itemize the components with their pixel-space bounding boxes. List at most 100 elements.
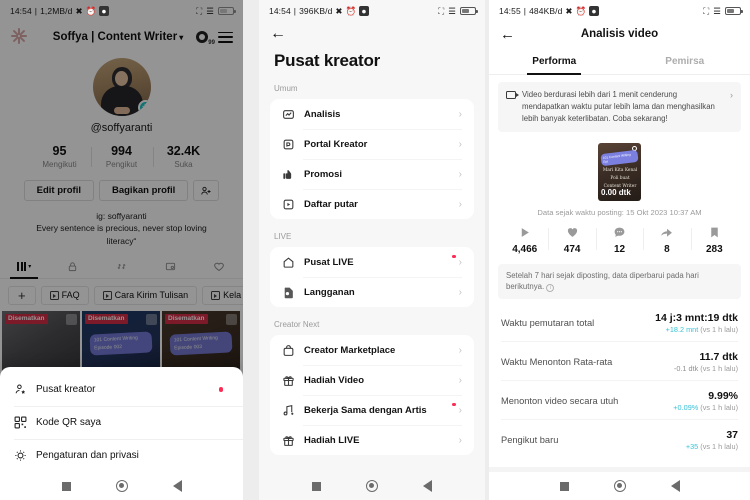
playlist-chip-kelas[interactable]: Kela: [202, 285, 243, 305]
menu-item-label: Promosi: [304, 168, 343, 180]
gift-icon: [282, 434, 295, 447]
chevron-right-icon: ›: [730, 90, 733, 100]
no-sync-icon: ✖: [335, 5, 343, 16]
tab-tagged[interactable]: [146, 256, 195, 278]
menu-item-hadiah-video[interactable]: Hadiah Video ›: [270, 365, 474, 395]
metric-delta: -0.1 dtk (vs 1 h lalu): [673, 363, 738, 373]
triangle-back-icon[interactable]: [670, 480, 680, 492]
add-story-button[interactable]: +: [137, 100, 151, 115]
add-playlist-chip[interactable]: +: [8, 285, 36, 305]
playlist-chip-label: FAQ: [61, 290, 80, 301]
profile-stats: 95 Mengikuti 994 Pengikut 32.4K Suka: [0, 144, 243, 169]
tab-liked[interactable]: [194, 256, 243, 278]
triangle-back-icon[interactable]: [172, 480, 182, 492]
status-right: ⛶ ☰: [196, 6, 236, 17]
data-since-label: Data sejak waktu posting: 15 Okt 2023 10…: [537, 207, 702, 217]
notification-badge: [452, 402, 456, 406]
metric-value: 14 j:3 mnt:19 dtk: [655, 311, 738, 324]
sheet-item-pengaturan[interactable]: Pengaturan dan privasi: [0, 439, 243, 472]
avatar[interactable]: +: [92, 58, 151, 116]
square-icon[interactable]: [312, 481, 321, 491]
analytics-icon: [282, 108, 295, 121]
menu-item-promosi[interactable]: Promosi ›: [270, 159, 474, 189]
square-icon[interactable]: [559, 481, 569, 491]
metric-row-watched-full-video: Menonton video secara utuh 9.99% +0.09% …: [501, 381, 738, 420]
info-icon[interactable]: i: [546, 284, 555, 293]
circle-icon[interactable]: [613, 480, 626, 492]
triangle-back-icon[interactable]: [423, 480, 432, 492]
section-label-umum: Umum: [274, 84, 298, 93]
menu-item-analisis[interactable]: Analisis ›: [270, 99, 474, 129]
promote-icon: [282, 168, 295, 181]
cast-icon: ⛶: [703, 5, 710, 16]
chevron-right-icon: ›: [458, 256, 462, 268]
circle-icon[interactable]: [366, 480, 378, 492]
profile-handle: @soffyaranti: [90, 122, 153, 134]
tab-grid[interactable]: ▾: [0, 256, 49, 279]
analytics-tabs: Performa Pemirsa: [489, 50, 750, 75]
chevron-right-icon: ›: [458, 374, 462, 386]
creator-star-icon: [14, 383, 27, 396]
playlist-chip-faq[interactable]: FAQ: [40, 285, 89, 305]
add-person-icon[interactable]: [193, 180, 220, 201]
metric-values: 37 +35 (vs 1 h lalu): [686, 429, 738, 451]
tab-performa[interactable]: Performa: [489, 50, 620, 75]
square-icon[interactable]: [61, 481, 71, 491]
panel-gap: [243, 0, 259, 500]
edit-profile-button[interactable]: Edit profil: [23, 180, 94, 201]
menu-item-label: Pusat LIVE: [304, 254, 456, 268]
sheet-item-kode-qr[interactable]: Kode QR saya: [0, 406, 243, 439]
portal-icon: [282, 138, 295, 151]
liked-icon: [213, 262, 224, 272]
metric-value: 9.99%: [708, 389, 738, 402]
menu-item-pusat-live[interactable]: Pusat LIVE ›: [270, 247, 474, 277]
page-title: Analisis video: [580, 28, 659, 40]
stat-followers[interactable]: 994 Pengikut: [90, 144, 153, 169]
share-profile-button[interactable]: Bagikan profil: [98, 180, 189, 201]
sheet-item-label: Kode QR saya: [36, 417, 102, 428]
stat-likes[interactable]: 32.4K Suka: [152, 144, 215, 169]
subscription-icon: [282, 286, 295, 299]
playlist-chip-cara-kirim-tulisan[interactable]: Cara Kirim Tulisan: [93, 285, 198, 305]
engagement-value: 474: [563, 243, 581, 255]
back-button[interactable]: ←: [259, 22, 485, 42]
engagement-metrics: 4,466 474 12 8 283: [489, 225, 750, 255]
engagement-comments: 12: [595, 225, 643, 255]
inbox-icon[interactable]: 99: [195, 30, 215, 46]
hamburger-icon[interactable]: [217, 31, 233, 43]
stat-value: 95: [52, 144, 67, 158]
status-network: 484KB/d: [529, 6, 563, 16]
music-artist-icon: [282, 404, 295, 417]
header-actions: 99: [195, 30, 233, 46]
profile-actions: Edit profil Bagikan profil: [0, 180, 243, 201]
sheet-item-pusat-kreator[interactable]: Pusat kreator: [0, 373, 243, 406]
stat-following[interactable]: 95 Mengikuti: [29, 144, 91, 169]
stat-label: Pengikut: [105, 160, 138, 169]
menu-item-daftar-putar[interactable]: Daftar putar ›: [270, 189, 474, 219]
menu-item-langganan[interactable]: Langganan ›: [270, 277, 474, 307]
video-sticker-label: 101 Content Writing Episode 003: [169, 331, 233, 356]
repost-icon: [117, 264, 126, 270]
profile-bio: ig: soffyaranti Every sentence is precio…: [0, 210, 243, 247]
play-icon: [501, 225, 548, 240]
tab-pemirsa[interactable]: Pemirsa: [620, 50, 750, 74]
pinned-badge: Disematkan: [165, 313, 208, 324]
marketplace-icon: [282, 344, 295, 357]
menu-item-creator-marketplace[interactable]: Creator Marketplace ›: [270, 335, 474, 365]
tip-banner[interactable]: Video berdurasi lebih dari 1 menit cende…: [498, 82, 741, 132]
tab-reposts[interactable]: [97, 256, 146, 278]
metric-value: 11.7 dtk: [699, 350, 738, 363]
circle-icon[interactable]: [115, 480, 128, 492]
tab-private[interactable]: [49, 256, 98, 278]
menu-item-portal-kreator[interactable]: Portal Kreator ›: [270, 129, 474, 159]
engagement-shares: 8: [643, 225, 690, 255]
video-thumbnail[interactable]: 101 Content Writing Epi Mari Kita Kenal …: [598, 142, 641, 201]
profile-title-dropdown[interactable]: Soffya | Content Writer ▾: [53, 31, 183, 43]
metric-row-average-watch-time: Waktu Menonton Rata-rata 11.7 dtk -0.1 d…: [501, 342, 738, 381]
menu-item-label: Creator Marketplace: [304, 344, 396, 356]
panel-creator-center: 14:54 | 396KB/d ✖ ⏰ ● ⛶ ☰ ← Pusat kreato…: [259, 0, 485, 500]
analytics-header: ← Analisis video: [489, 22, 750, 46]
menu-item-bekerja-sama-dengan-artis[interactable]: Bekerja Sama dengan Artis ›: [270, 395, 474, 425]
cast-icon: ⛶: [438, 5, 445, 16]
menu-item-hadiah-live[interactable]: Hadiah LIVE ›: [270, 425, 474, 455]
